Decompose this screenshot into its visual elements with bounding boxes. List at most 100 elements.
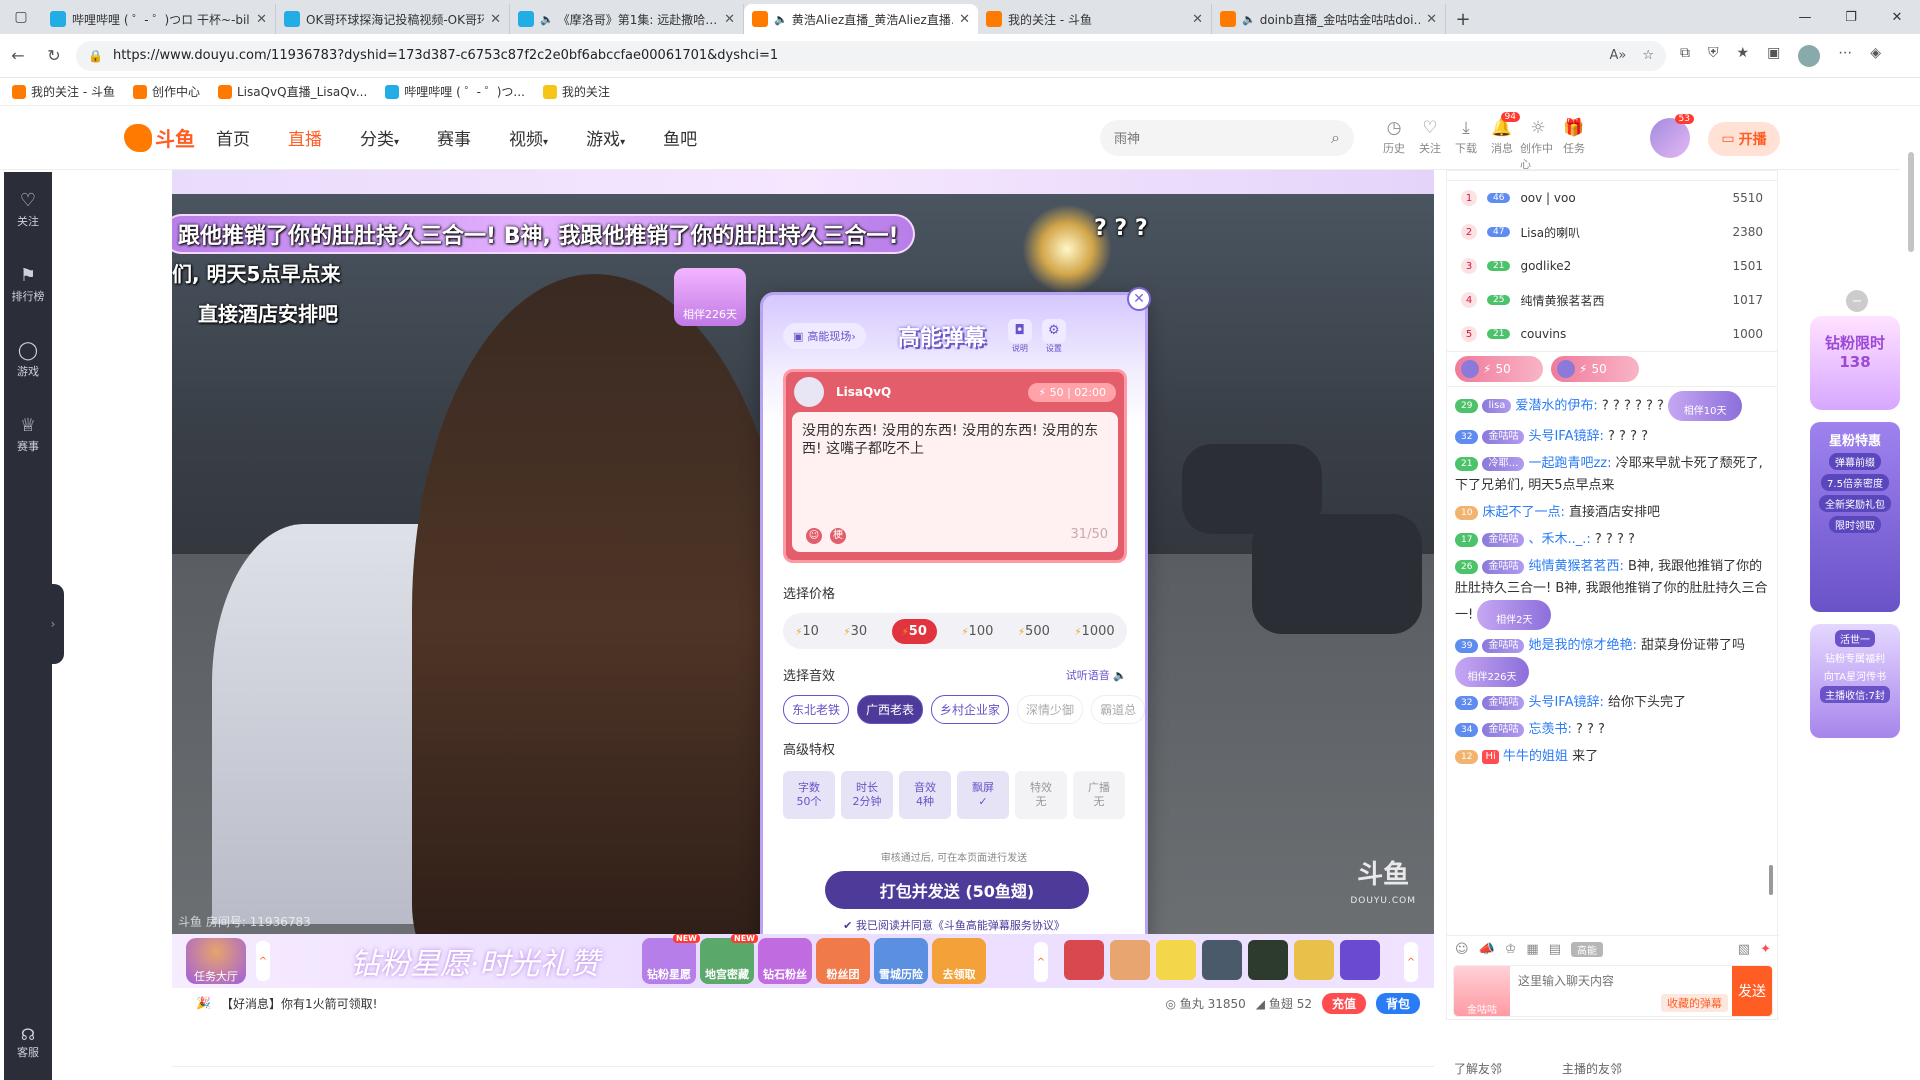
minimize-icon[interactable]: — — [1782, 0, 1828, 34]
favorites-icon[interactable]: ★ — [1737, 45, 1750, 67]
fan-icon[interactable]: ▦ — [1526, 942, 1538, 957]
chat-username[interactable]: 头号IFA镜辞: — [1528, 695, 1603, 710]
close-window-icon[interactable]: ✕ — [1874, 0, 1920, 34]
nav-item[interactable]: 赛事 — [437, 125, 471, 150]
chat-username[interactable]: 爱潜水的伊布: — [1515, 399, 1597, 414]
bookmark-item[interactable]: 我的关注 — [542, 83, 610, 100]
activity-button[interactable]: 地宫密藏 NEW — [700, 934, 758, 984]
price-option[interactable]: ⚡500 — [1018, 624, 1050, 639]
browser-tab[interactable]: 🔈 doinb直播_金咕咕金咕咕doi… ✕ — [1212, 4, 1446, 34]
tab-actions-icon[interactable]: ▢ — [0, 0, 42, 34]
activity-button[interactable]: 钻粉星愿 NEW — [642, 934, 700, 984]
chat-list[interactable]: 29 lisa 爱潜水的伊布: ? ? ? ? ? ? 相伴10天 32 金咕咕 头号IF… — [1447, 387, 1777, 947]
gift-ticket[interactable]: ⚡ 50 — [1551, 356, 1639, 382]
collapse-left-button[interactable]: ^ — [256, 941, 270, 981]
sound-option[interactable]: 深情少御 — [1017, 695, 1084, 724]
chat-username[interactable]: 牛牛的姐姐 — [1503, 749, 1568, 764]
sound-option[interactable]: 乡村企业家 — [931, 695, 1010, 724]
crown-icon[interactable]: ♔ — [1505, 942, 1517, 957]
notice-text[interactable]: 【好消息】你有1火箭可领取! — [221, 995, 377, 1012]
profile-avatar[interactable] — [1798, 44, 1821, 67]
bookmark-item[interactable]: LisaQvQ直播_LisaQv... — [217, 83, 367, 100]
fan-medal[interactable]: 金咕咕 — [1454, 966, 1510, 1016]
promo-diamond-fan[interactable]: 钻粉限时138 — [1810, 316, 1900, 410]
rank-row[interactable]: 4 25 纯情黄猴茗茗西 1017 — [1447, 283, 1777, 317]
browser-tab[interactable]: 我的关注 - 斗鱼 ✕ — [978, 4, 1212, 34]
copilot-icon[interactable]: ◈ — [1870, 45, 1881, 67]
activity-button[interactable]: 粉丝团 — [816, 938, 870, 984]
chat-username[interactable]: 、禾木.._.: — [1528, 532, 1590, 547]
settings-button[interactable]: ⚙ 设置 — [1041, 318, 1066, 354]
chat-username[interactable]: 一起跑青吧zz: — [1528, 456, 1611, 471]
chat-username[interactable]: 纯情黄猴茗茗西: — [1528, 559, 1623, 574]
gift-item[interactable] — [1294, 940, 1334, 980]
muted-speaker-icon[interactable]: 🔈 — [774, 13, 788, 26]
friends-link[interactable]: 了解友邻 — [1454, 1060, 1502, 1077]
send-button[interactable]: 发送 — [1732, 966, 1772, 1016]
rail-games[interactable]: ◯ 游戏 — [17, 340, 39, 379]
nav-item[interactable]: 首页 — [216, 125, 250, 150]
recharge-button[interactable]: 充值 — [1321, 992, 1366, 1014]
gift-item[interactable] — [1064, 940, 1104, 980]
close-icon[interactable]: ✕ — [1127, 287, 1151, 311]
more-gifts-button[interactable]: ^ — [1404, 942, 1418, 982]
muted-speaker-icon[interactable]: 🔈 — [1242, 13, 1256, 26]
red-envelope-icon[interactable]: ✦ — [1760, 942, 1771, 957]
bag-button[interactable]: 背包 — [1375, 992, 1420, 1014]
shield-icon[interactable]: ⛨ — [1708, 45, 1719, 67]
gift-ticket[interactable]: ⚡ 50 — [1455, 356, 1543, 382]
emoji-icon[interactable]: ☺ — [1455, 942, 1469, 957]
task-hall-button[interactable]: 任务大厅 — [186, 938, 246, 984]
gift-item[interactable] — [1202, 940, 1242, 980]
chat-message[interactable]: 32 金咕咕 头号IFA镜辞: 给你下头完了 — [1455, 692, 1769, 714]
collections-icon[interactable]: ▣ — [1767, 45, 1780, 67]
rank-row[interactable]: 2 47 Lisa的喇叭 2380 — [1447, 215, 1777, 249]
agreement-checkbox[interactable]: ✔ 我已阅读并同意《斗鱼高能弹幕服务协议》 — [763, 917, 1145, 933]
nav-item[interactable]: 分类▾ — [360, 125, 399, 150]
chat-message[interactable]: 32 金咕咕 头号IFA镜辞: ? ? ? ? — [1455, 426, 1769, 448]
chat-username[interactable]: 头号IFA镜辞: — [1528, 429, 1603, 444]
bookmark-item[interactable]: 创作中心 — [132, 83, 200, 100]
nav-item[interactable]: 直播 — [288, 125, 322, 150]
rail-collapse-button[interactable]: › — [42, 584, 64, 664]
rail-events[interactable]: ♕ 赛事 — [17, 415, 39, 454]
tab-close-icon[interactable]: ✕ — [256, 12, 267, 27]
chat-username[interactable]: 她是我的惊才绝艳: — [1528, 638, 1636, 653]
price-option[interactable]: ⚡100 — [962, 624, 994, 639]
favorite-star-icon[interactable]: ☆ — [1642, 48, 1654, 63]
saved-danmu-button[interactable]: 收藏的弹幕 — [1661, 994, 1728, 1012]
tab-close-icon[interactable]: ✕ — [1192, 12, 1203, 27]
chat-message[interactable]: 21 冷耶… 一起跑青吧zz: 冷耶来早就卡死了颓死了, 下了兄弟们, 明天5点早点… — [1455, 453, 1769, 497]
tab-close-icon[interactable]: ✕ — [959, 12, 970, 27]
gift-item[interactable] — [1340, 940, 1380, 980]
price-option[interactable]: ⚡30 — [844, 624, 868, 639]
tab-close-icon[interactable]: ✕ — [490, 12, 501, 27]
chat-message[interactable]: 39 金咕咕 她是我的惊才绝艳: 甜菜身份证带了吗 相伴226天 — [1455, 635, 1769, 687]
tab-close-icon[interactable]: ✕ — [1426, 12, 1437, 27]
chat-message[interactable]: 12 Hi 牛牛的姐姐 来了 — [1455, 746, 1769, 768]
nav-item[interactable]: 鱼吧 — [663, 125, 697, 150]
chat-scrollbar[interactable] — [1769, 865, 1773, 895]
danmu-text-field[interactable]: 没用的东西! 没用的东西! 没用的东西! 没用的东西! 这嘴子都吃不上 ☺ 梗 3… — [792, 412, 1118, 552]
activity-button[interactable]: 雪城历险 — [874, 938, 928, 984]
url-field[interactable]: 🔒 https://www.douyu.com/11936783?dyshid=… — [76, 40, 1666, 71]
promo-star-fan[interactable]: 星粉特惠 弹幕前缀 7.5倍亲密度 全新奖励礼包 限时领取 — [1810, 422, 1900, 612]
chat-message[interactable]: 34 金咕咕 忘羡书: ? ? ? — [1455, 719, 1769, 741]
bookmark-item[interactable]: 哔哩哔哩 ( ゜- ゜)つ... — [385, 83, 525, 100]
chat-message[interactable]: 10 床起不了一点: 直接酒店安排吧 — [1455, 502, 1769, 524]
page-scrollbar[interactable] — [1906, 106, 1916, 1080]
chat-input[interactable] — [1518, 974, 1724, 988]
nav-item[interactable]: 游戏▾ — [586, 125, 625, 150]
scene-button[interactable]: ▣ 高能现场 › — [783, 323, 866, 349]
broadcast-icon[interactable]: 📣 — [1479, 942, 1495, 957]
header-heart-button[interactable]: ♡ 关注 — [1412, 118, 1448, 172]
search-input[interactable] — [1114, 130, 1332, 146]
collapse-right-button[interactable]: ^ — [1034, 942, 1048, 982]
chat-username[interactable]: 床起不了一点: — [1482, 505, 1564, 520]
header-bulb-button[interactable]: ☼ 创作中心 — [1520, 118, 1556, 172]
card-icon[interactable]: ▤ — [1549, 942, 1561, 957]
maximize-icon[interactable]: ❐ — [1828, 0, 1874, 34]
header-download-button[interactable]: ⤓ 下载 — [1448, 118, 1484, 172]
rail-rank[interactable]: ⚑ 排行榜 — [12, 265, 45, 304]
sound-option[interactable]: 霸道总 — [1091, 695, 1146, 724]
